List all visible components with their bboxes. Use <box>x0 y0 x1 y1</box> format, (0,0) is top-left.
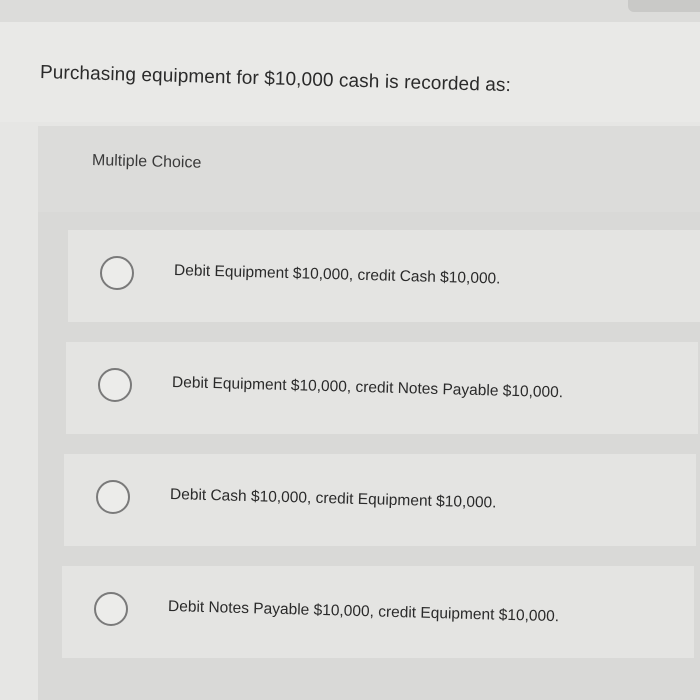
answer-option-2[interactable]: Debit Equipment $10,000, credit Notes Pa… <box>66 342 698 434</box>
radio-button-4[interactable] <box>94 592 128 626</box>
corner-button[interactable] <box>628 0 700 12</box>
question-area: Purchasing equipment for $10,000 cash is… <box>0 22 700 122</box>
answer-option-text-4: Debit Notes Payable $10,000, credit Equi… <box>167 598 560 626</box>
radio-button-1[interactable] <box>100 256 134 290</box>
radio-button-2[interactable] <box>98 368 132 402</box>
multiple-choice-panel: Multiple Choice Debit Equipment $10,000,… <box>38 126 700 700</box>
multiple-choice-header: Multiple Choice <box>38 126 700 212</box>
radio-button-3[interactable] <box>96 480 130 514</box>
multiple-choice-label: Multiple Choice <box>91 152 202 172</box>
answer-option-3[interactable]: Debit Cash $10,000, credit Equipment $10… <box>64 454 696 546</box>
answer-option-text-3: Debit Cash $10,000, credit Equipment $10… <box>169 486 497 512</box>
answer-option-4[interactable]: Debit Notes Payable $10,000, credit Equi… <box>62 566 694 658</box>
top-strip <box>0 0 700 22</box>
question-text: Purchasing equipment for $10,000 cash is… <box>39 62 512 97</box>
answer-option-text-1: Debit Equipment $10,000, credit Cash $10… <box>173 262 501 288</box>
answer-option-1[interactable]: Debit Equipment $10,000, credit Cash $10… <box>68 230 700 322</box>
answer-option-text-2: Debit Equipment $10,000, credit Notes Pa… <box>171 374 564 402</box>
